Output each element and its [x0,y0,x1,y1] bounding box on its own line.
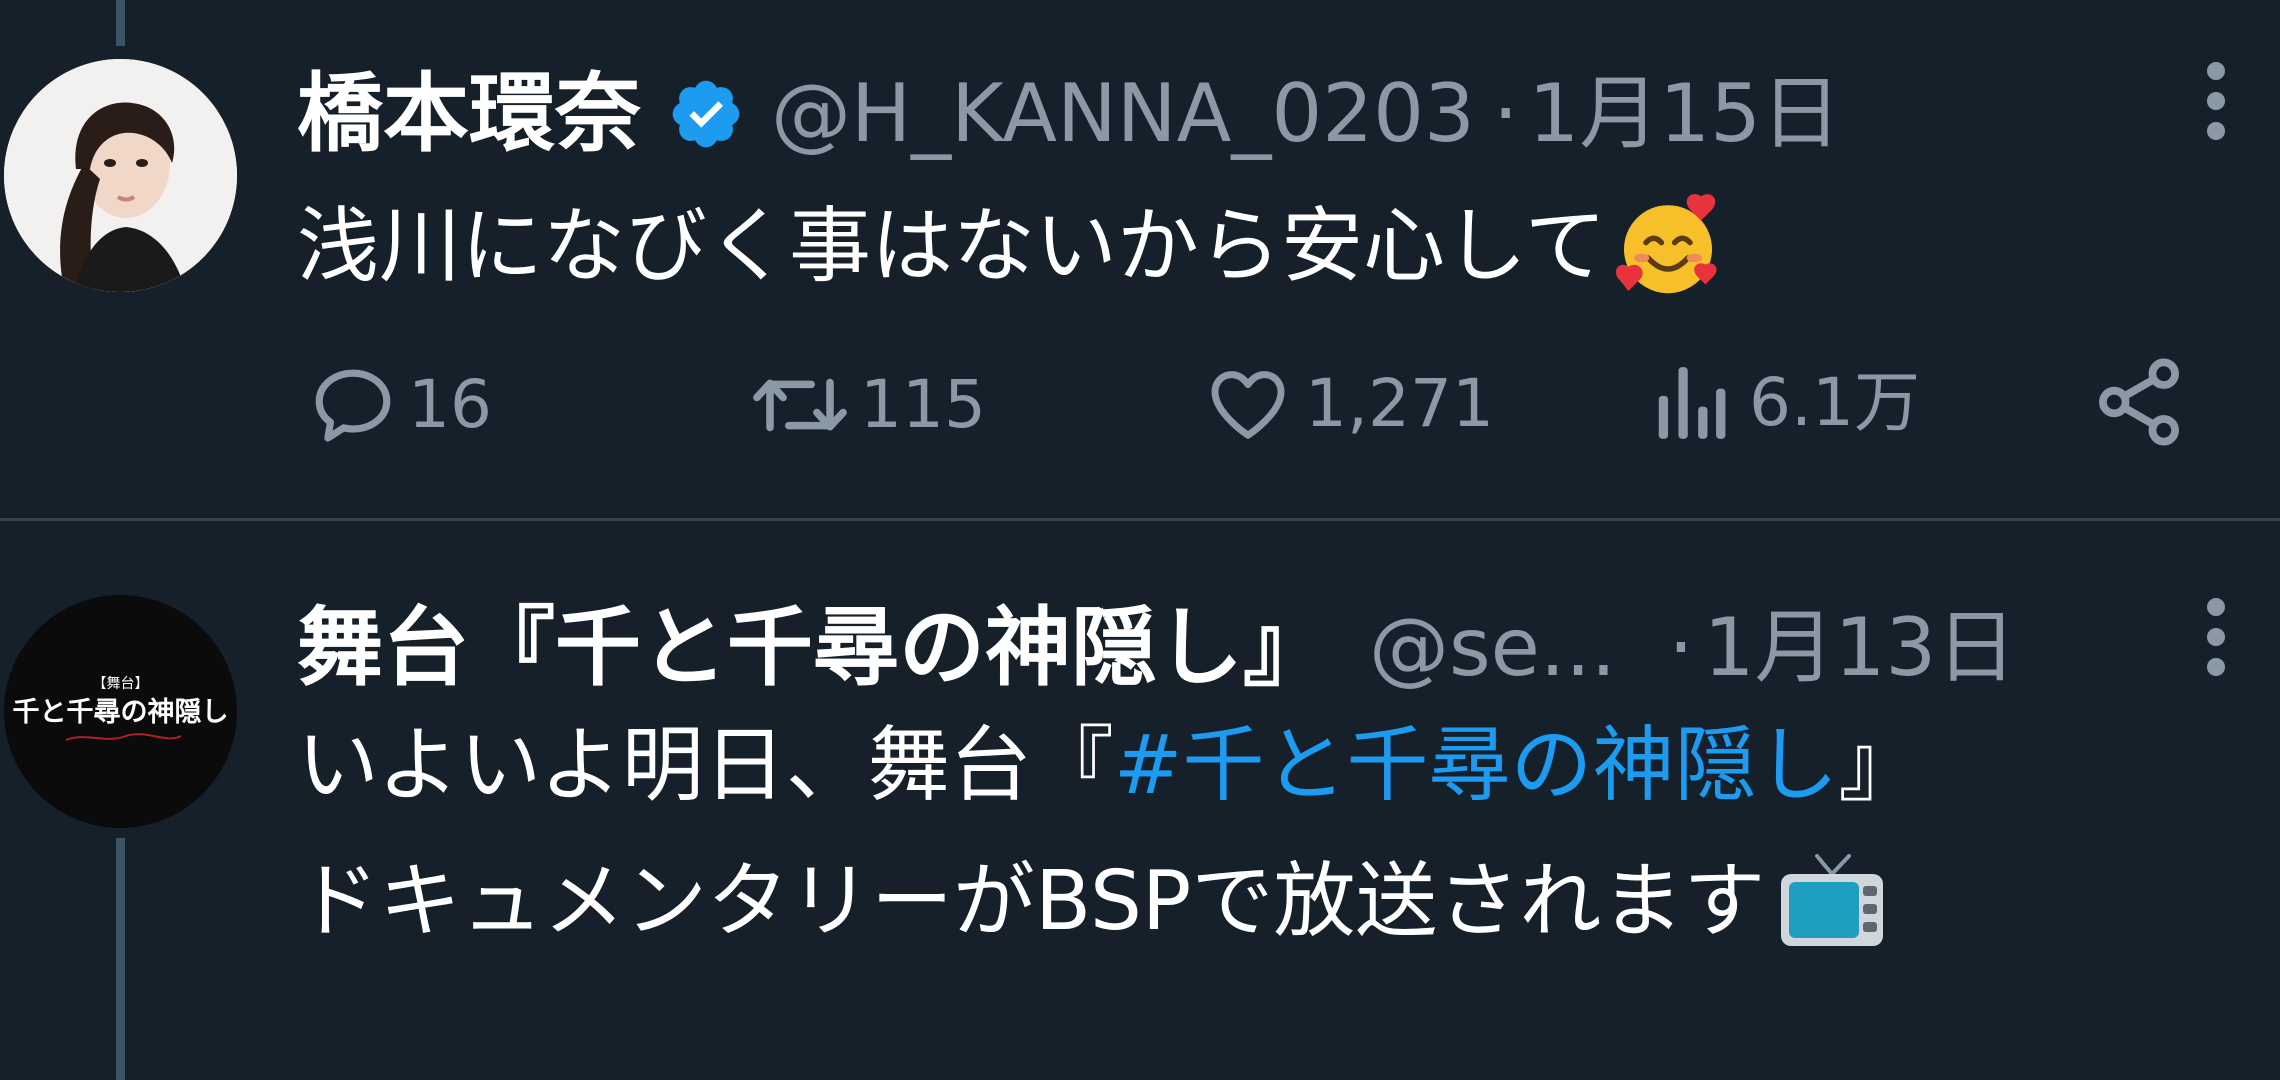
user-handle[interactable]: @se... [1369,608,1616,688]
avatar-title: 千と千尋の神隠し [12,697,229,729]
like-button[interactable]: 1,271 [1203,360,1494,448]
smiling-face-with-hearts-icon [1613,192,1723,302]
timestamp[interactable]: 1月13日 [1704,608,2017,688]
tweet-header: 舞台『千と千尋の神隠し』 @se... · 1月13日 [297,598,2016,698]
tweet-header: 橋本環奈 @H_KANNA_0203 · 1月15日 [297,64,1841,164]
display-name[interactable]: 舞台『千と千尋の神隠し』 [297,605,1329,691]
thread-line-top [116,0,125,46]
television-icon [1777,852,1887,952]
reply-button[interactable]: 16 [306,360,492,450]
timestamp[interactable]: 1月15日 [1528,74,1841,154]
share-button[interactable] [2096,356,2182,448]
tweet-text-line-1: いよいよ明日、舞台『#千と千尋の神隠し』 [297,725,1920,807]
avatar[interactable]: 【舞台】 千と千尋の神隠し [4,595,237,828]
avatar-photo [4,59,237,292]
thread-line-bottom [116,838,125,1080]
more-options-icon[interactable] [2206,598,2226,676]
reply-icon [315,369,391,442]
tweet-text-content: ドキュメンタリーがBSPで放送されます [297,854,1766,949]
tweet-divider [0,518,2280,521]
views-count: 6.1万 [1749,364,1920,441]
avatar[interactable] [4,59,237,292]
tweet-text-suffix: 』 [1838,718,1921,813]
separator-dot: · [1492,67,1519,160]
reply-count: 16 [408,366,492,443]
tweet-text-prefix: いよいよ明日、舞台『 [297,718,1114,813]
like-count: 1,271 [1305,365,1494,442]
retweet-button[interactable]: 115 [748,360,986,450]
views-icon [1658,367,1726,439]
tweet-text-content: 浅川になびく事はないから安心して [297,199,1607,294]
share-icon [2099,358,2179,446]
retweet-count: 115 [860,366,986,443]
views-button[interactable]: 6.1万 [1653,360,1920,446]
separator-dot: · [1668,601,1694,694]
more-options-icon[interactable] [2206,62,2226,140]
tweet-text: 浅川になびく事はないから安心して [297,192,1723,302]
display-name[interactable]: 橋本環奈 [297,71,641,157]
user-handle[interactable]: @H_KANNA_0203 [771,74,1475,154]
hashtag-link[interactable]: #千と千尋の神隠し [1114,718,1839,813]
tweet-text-line-2: ドキュメンタリーがBSPで放送されます [297,852,1887,952]
retweet-icon [753,378,847,432]
avatar-small-label: 【舞台】 [92,676,149,693]
avatar-script-decoration [65,732,181,741]
verified-badge-icon [667,75,745,153]
heart-icon [1211,371,1285,439]
